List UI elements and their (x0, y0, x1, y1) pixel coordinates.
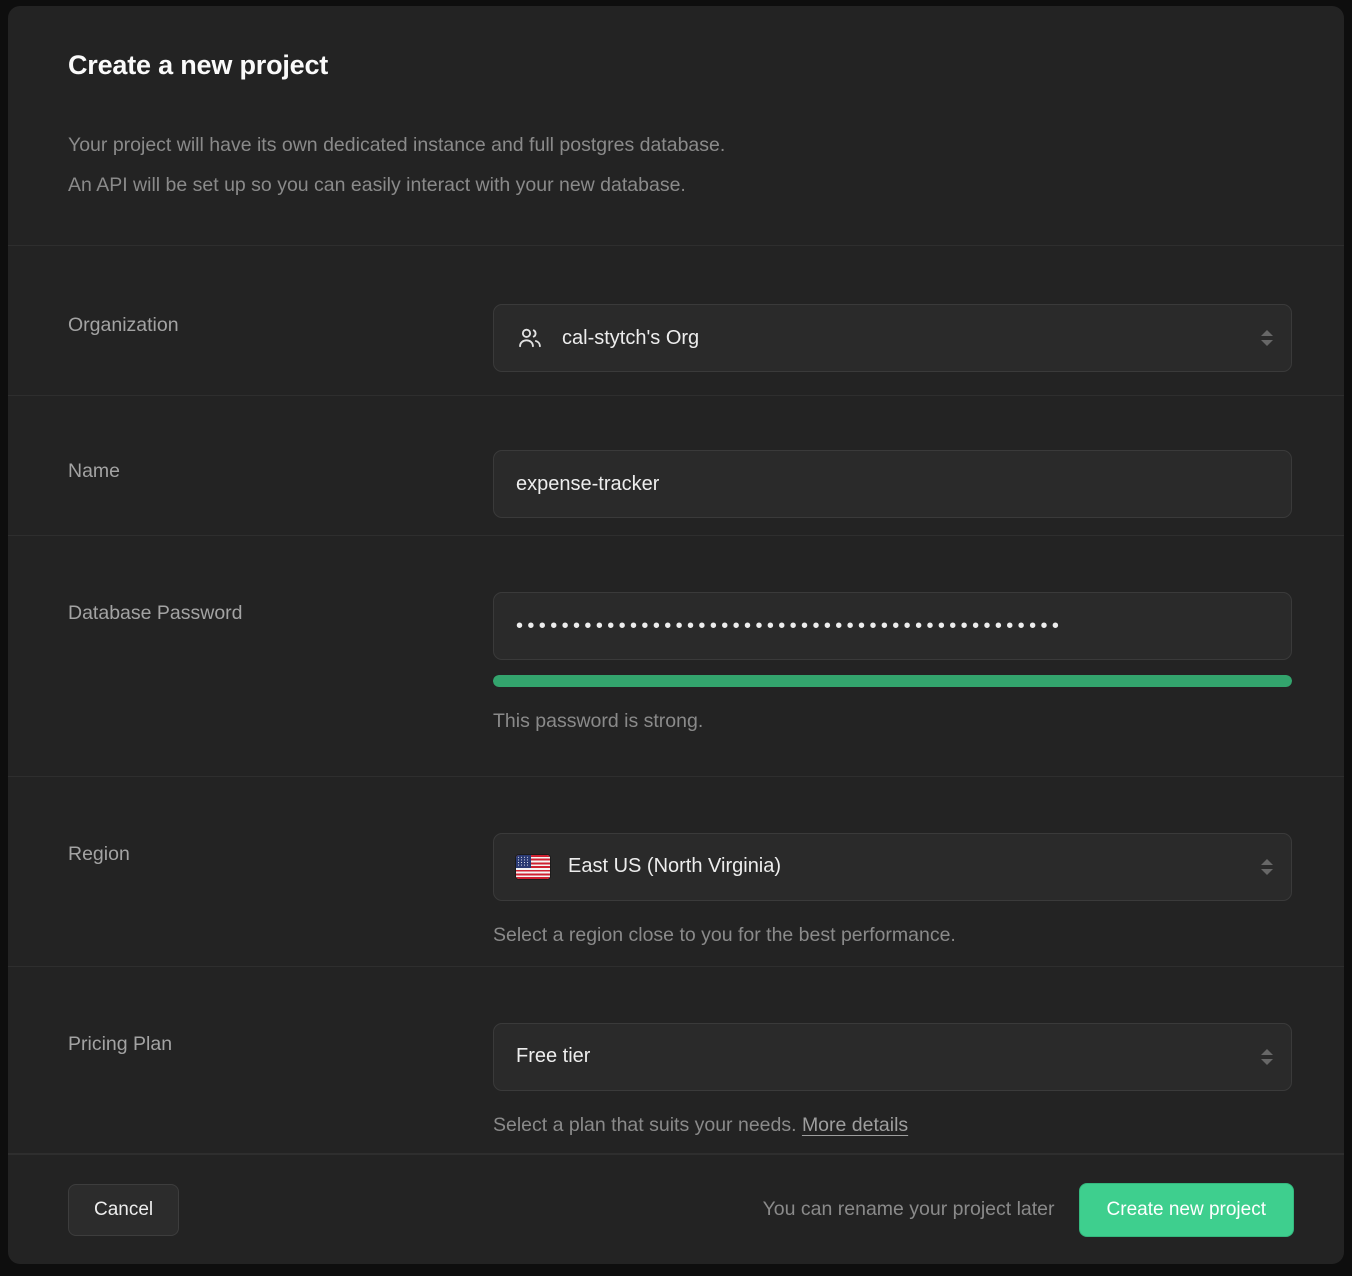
database-password-row: Database Password ••••••••••••••••••••••… (8, 536, 1344, 777)
database-password-label: Database Password (68, 602, 243, 625)
region-select[interactable]: East US (North Virginia) (493, 832, 1292, 901)
database-password-value: ••••••••••••••••••••••••••••••••••••••••… (516, 615, 1064, 638)
organization-row: Organization cal-stytch's Org (8, 246, 1344, 397)
project-name-value: expense-tracker (516, 472, 660, 495)
dialog-footer: Cancel You can rename your project later… (8, 1154, 1344, 1264)
pricing-plan-helper-text: Select a plan that suits your needs. Mor… (493, 1114, 1292, 1137)
pricing-plan-row: Pricing Plan Free tier Select a plan tha… (8, 967, 1344, 1155)
password-strength-fill (493, 675, 1292, 688)
password-strength-meter (493, 675, 1292, 688)
dialog-header: Create a new project Your project will h… (8, 6, 1344, 246)
name-row: Name expense-tracker (8, 396, 1344, 537)
dialog-description-line-1: Your project will have its own dedicated… (68, 134, 726, 156)
pricing-plan-select[interactable]: Free tier (493, 1022, 1292, 1091)
region-value: East US (North Virginia) (568, 855, 782, 878)
create-new-project-button[interactable]: Create new project (1078, 1182, 1294, 1237)
more-details-link[interactable]: More details (802, 1114, 908, 1136)
chevron-updown-icon (1261, 1048, 1273, 1065)
chevron-updown-icon (1261, 858, 1273, 875)
cancel-button[interactable]: Cancel (68, 1183, 180, 1236)
users-icon (516, 324, 544, 352)
region-label: Region (68, 842, 130, 865)
page-title: Create a new project (68, 50, 329, 80)
pricing-plan-helper-prefix: Select a plan that suits your needs. (493, 1113, 802, 1136)
pricing-plan-label: Pricing Plan (68, 1032, 173, 1055)
rename-note: You can rename your project later (762, 1198, 1055, 1221)
name-label: Name (68, 460, 121, 483)
us-flag-icon (516, 854, 550, 879)
password-strength-text: This password is strong. (493, 710, 704, 733)
organization-label: Organization (68, 314, 179, 336)
create-project-dialog: Create a new project Your project will h… (8, 6, 1344, 1264)
organization-value: cal-stytch's Org (562, 326, 700, 349)
dialog-description: Your project will have its own dedicated… (68, 125, 1344, 205)
region-row: Region East US (North Virginia) Select a… (8, 777, 1344, 967)
project-name-input[interactable]: expense-tracker (493, 450, 1292, 519)
region-helper-text: Select a region close to you for the bes… (493, 923, 956, 946)
chevron-updown-icon (1261, 330, 1273, 346)
dialog-description-line-2: An API will be set up so you can easily … (68, 174, 686, 196)
pricing-plan-value: Free tier (516, 1045, 591, 1068)
database-password-input[interactable]: ••••••••••••••••••••••••••••••••••••••••… (493, 592, 1292, 661)
organization-select[interactable]: cal-stytch's Org (493, 304, 1292, 372)
